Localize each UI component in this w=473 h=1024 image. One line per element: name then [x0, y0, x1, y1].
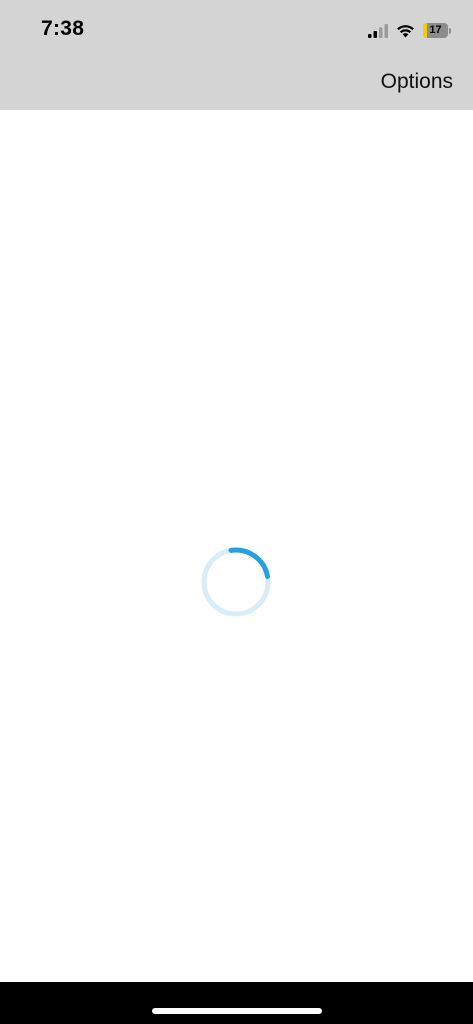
options-button[interactable]: Options [381, 70, 453, 94]
status-time: 7:38 [41, 17, 85, 40]
nav-bar: Options [0, 60, 473, 110]
home-indicator-area [0, 982, 473, 1024]
content-area [0, 110, 473, 982]
cellular-signal-icon [368, 24, 388, 38]
battery-level: 17 [429, 23, 442, 36]
wifi-icon [397, 25, 414, 38]
app-screen: 7:38 17 Options [0, 0, 473, 1024]
header: 7:38 17 Options [0, 0, 473, 110]
status-indicators: 17 [368, 20, 453, 42]
battery-charging-icon: 17 [423, 22, 453, 40]
status-bar: 7:38 17 [0, 0, 473, 60]
home-indicator[interactable] [152, 1008, 322, 1014]
loading-spinner-icon [201, 547, 271, 617]
